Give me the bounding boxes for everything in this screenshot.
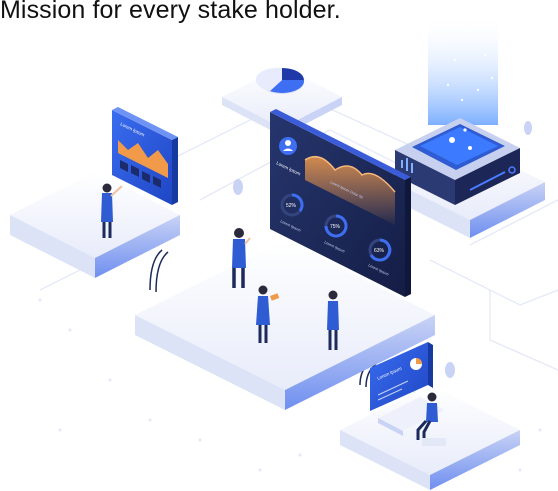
- page: Mission for every stake holder. Lorem Ip…: [0, 0, 558, 491]
- left-platform: Lorem Ipsum: [10, 107, 180, 278]
- gauge-1-value: 52%: [286, 203, 297, 209]
- dashboard-illustration: Lorem Ipsum Lorem Ipsum Lorem Ipsum Dolo…: [10, 15, 558, 490]
- gauge-3-value: 63%: [374, 248, 385, 254]
- gauge-2-value: 75%: [330, 224, 341, 230]
- light-beam: [428, 15, 498, 125]
